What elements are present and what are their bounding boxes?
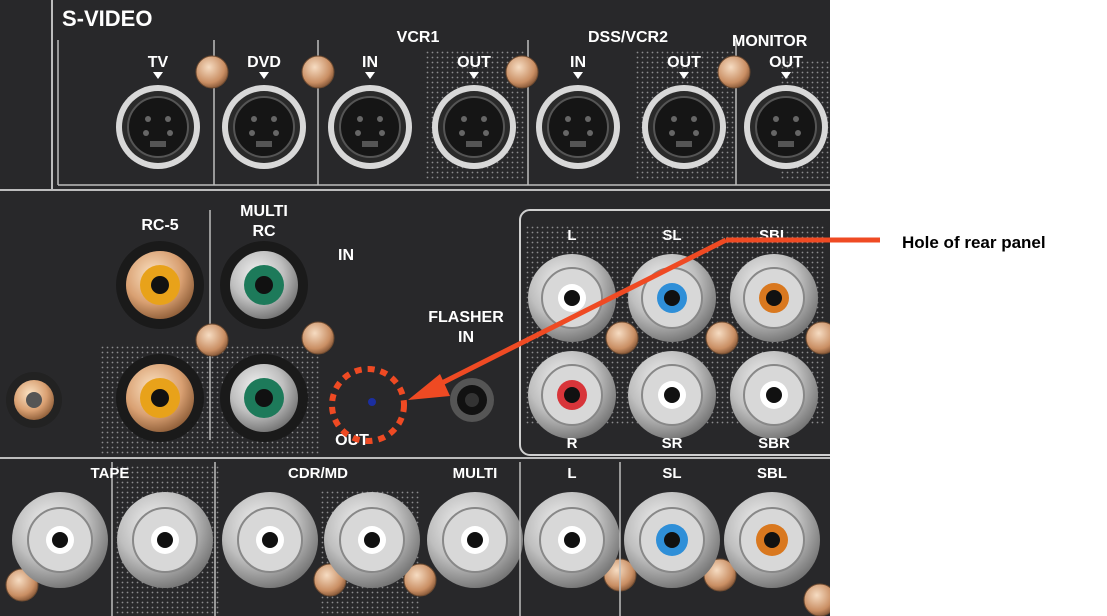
callout-arrow — [408, 237, 880, 400]
callout-label: Hole of rear panel — [902, 233, 1046, 252]
